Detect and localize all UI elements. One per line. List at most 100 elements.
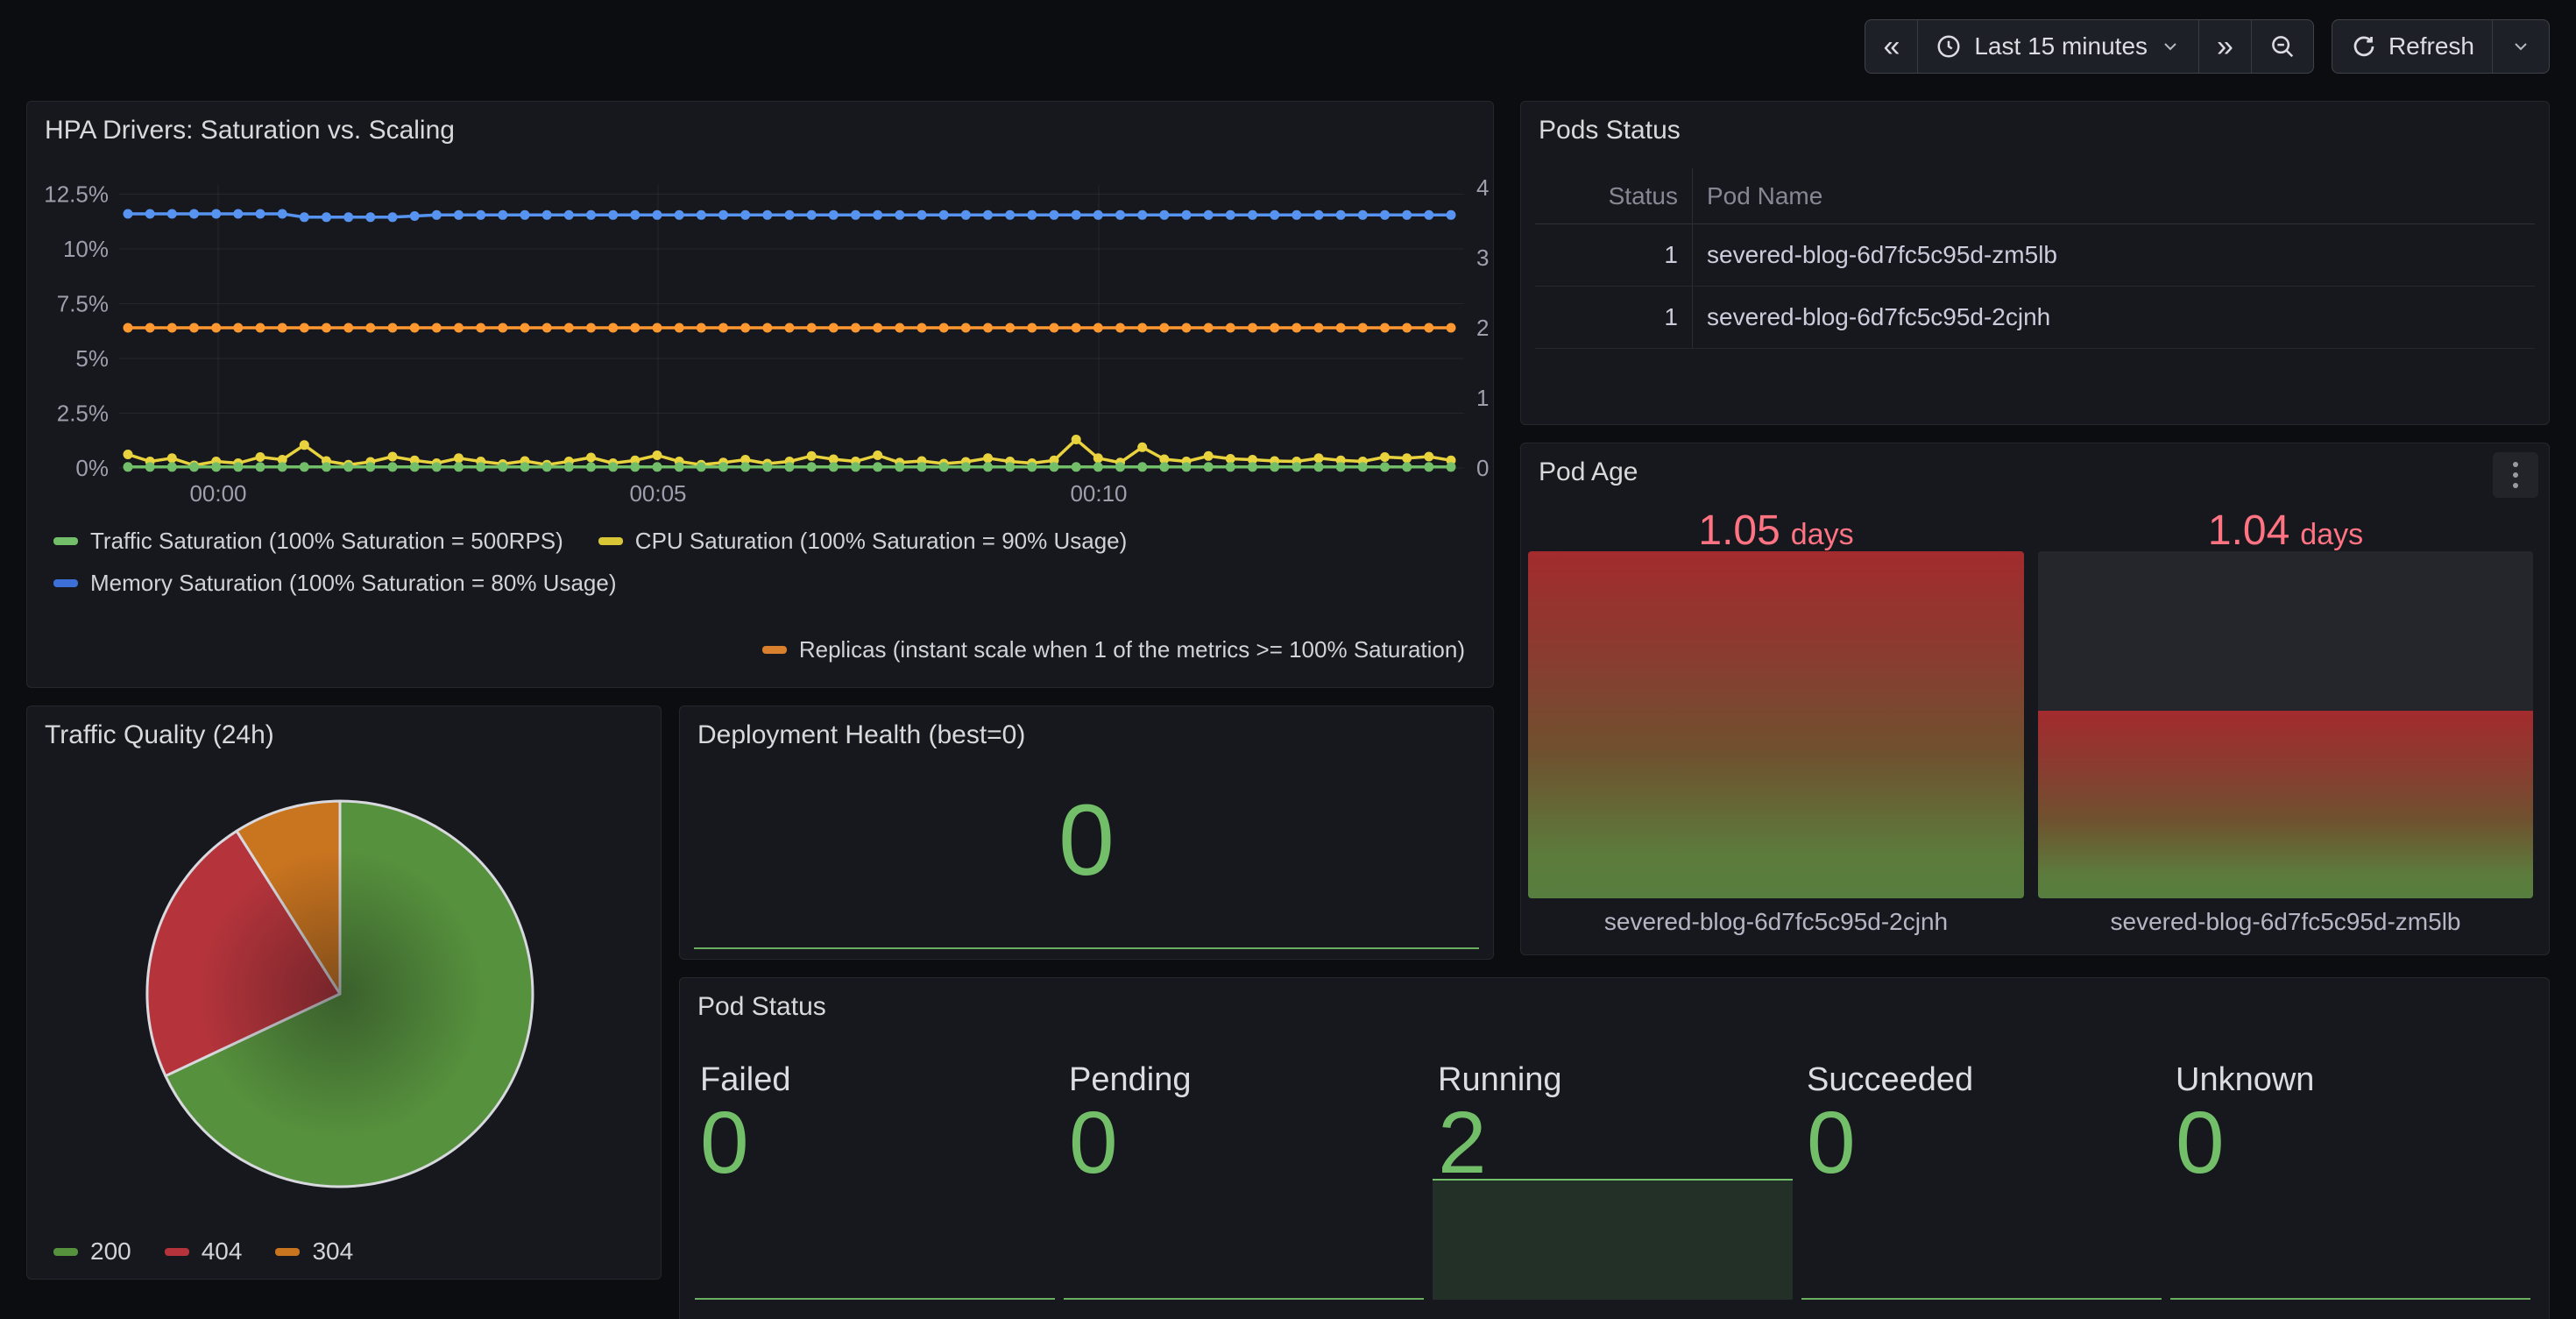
refresh-interval-button[interactable] xyxy=(2492,20,2549,73)
panel-hpa-drivers: HPA Drivers: Saturation vs. Scaling 0%2.… xyxy=(26,101,1494,688)
pod-age-number: 1.04 xyxy=(2208,507,2289,555)
svg-text:7.5%: 7.5% xyxy=(57,291,109,317)
panel-title-pods-status[interactable]: Pods Status xyxy=(1539,116,1681,145)
pod-age-value: 1.05 days xyxy=(1528,507,2024,557)
stat-sparkline xyxy=(695,1298,1055,1300)
refresh-button[interactable]: Refresh xyxy=(2332,20,2492,73)
pie-legend: 200 404 304 xyxy=(53,1237,353,1266)
panel-traffic-quality: Traffic Quality (24h) 200 404 304 xyxy=(26,706,662,1280)
pod-age-pod-label: severed-blog-6d7fc5c95d-zm5lb xyxy=(2038,908,2533,940)
svg-text:1: 1 xyxy=(1476,385,1489,411)
series-swatch xyxy=(165,1248,189,1256)
pod-age-pod-label: severed-blog-6d7fc5c95d-2cjnh xyxy=(1528,908,2024,940)
series-swatch xyxy=(762,646,787,654)
legend-label: Traffic Saturation (100% Saturation = 50… xyxy=(90,528,563,555)
deployment-health-value: 0 xyxy=(680,791,1493,891)
legend-item-404[interactable]: 404 xyxy=(165,1237,243,1266)
chevrons-right-icon: » xyxy=(2217,32,2233,61)
chevron-down-icon xyxy=(2510,36,2531,57)
series-swatch xyxy=(53,1248,78,1256)
pod-age-unit: days xyxy=(2300,518,2363,552)
legend-label: Replicas (instant scale when 1 of the me… xyxy=(799,636,1465,663)
traffic-quality-pie-chart[interactable] xyxy=(27,741,661,1232)
stat-value: 0 xyxy=(1069,1102,1118,1185)
hpa-chart[interactable]: 0%2.5%5%7.5%10%12.5%0123400:0000:0500:10 xyxy=(27,102,1493,687)
pod-age-number: 1.05 xyxy=(1698,507,1780,555)
zoom-out-icon xyxy=(2269,33,2296,60)
pod-age-unit: days xyxy=(1791,518,1854,552)
table-row: 1 severed-blog-6d7fc5c95d-2cjnh xyxy=(1535,287,2535,349)
panel-title-pod-status[interactable]: Pod Status xyxy=(697,992,826,1022)
refresh-group: Refresh xyxy=(2332,19,2550,74)
series-swatch xyxy=(275,1248,300,1256)
zoom-out-button[interactable] xyxy=(2251,20,2313,73)
series-swatch xyxy=(53,579,78,587)
legend-label: Memory Saturation (100% Saturation = 80%… xyxy=(90,570,616,597)
svg-text:2.5%: 2.5% xyxy=(57,401,109,427)
legend-item-304[interactable]: 304 xyxy=(275,1237,353,1266)
stat-unknown: Unknown 0 xyxy=(2169,1061,2537,1319)
stat-value: 0 xyxy=(1807,1102,1856,1185)
stat-failed: Failed 0 xyxy=(693,1061,1062,1319)
legend-label: CPU Saturation (100% Saturation = 90% Us… xyxy=(635,528,1127,555)
time-toolbar: « Last 15 minutes » xyxy=(1865,19,2550,74)
column-header-status[interactable]: Status xyxy=(1535,168,1693,223)
panel-pod-status: Pod Status Failed 0 Pending 0 Running 2 … xyxy=(679,977,2550,1319)
cell-status: 1 xyxy=(1535,287,1693,348)
time-range-picker[interactable]: Last 15 minutes xyxy=(1917,20,2198,73)
stat-value: 0 xyxy=(2176,1102,2225,1185)
svg-text:0%: 0% xyxy=(75,455,109,481)
panel-title-deployment-health[interactable]: Deployment Health (best=0) xyxy=(697,720,1025,750)
column-header-pod-name[interactable]: Pod Name xyxy=(1693,182,1822,210)
time-range-group: « Last 15 minutes » xyxy=(1865,19,2314,74)
legend-item-cpu-saturation[interactable]: CPU Saturation (100% Saturation = 90% Us… xyxy=(598,528,1127,555)
legend-label: 200 xyxy=(90,1237,131,1266)
table-header-row: Status Pod Name xyxy=(1535,168,2535,224)
deployment-health-sparkline xyxy=(694,947,1479,949)
pod-age-gauge xyxy=(1528,551,2024,898)
legend-item-200[interactable]: 200 xyxy=(53,1237,131,1266)
cell-status: 1 xyxy=(1535,224,1693,286)
legend-item-replicas[interactable]: Replicas (instant scale when 1 of the me… xyxy=(762,636,1465,663)
svg-text:5%: 5% xyxy=(75,345,109,372)
panel-deployment-health: Deployment Health (best=0) 0 xyxy=(679,706,1494,960)
stat-value: 0 xyxy=(700,1102,749,1185)
stat-sparkline xyxy=(2170,1298,2530,1300)
time-back-button[interactable]: « xyxy=(1865,20,1917,73)
legend-item-traffic-saturation[interactable]: Traffic Saturation (100% Saturation = 50… xyxy=(53,528,563,555)
time-range-label: Last 15 minutes xyxy=(1974,32,2148,60)
svg-text:3: 3 xyxy=(1476,245,1489,271)
hpa-legend-row-2: Memory Saturation (100% Saturation = 80%… xyxy=(53,570,616,597)
hpa-legend-row-3: Replicas (instant scale when 1 of the me… xyxy=(762,636,1465,663)
svg-text:4: 4 xyxy=(1476,174,1489,201)
cell-pod-name: severed-blog-6d7fc5c95d-2cjnh xyxy=(1693,303,2050,331)
pod-age-value: 1.04 days xyxy=(2038,507,2533,557)
svg-text:2: 2 xyxy=(1476,315,1489,341)
stat-sparkline xyxy=(1801,1298,2162,1300)
refresh-icon xyxy=(2350,33,2376,60)
stat-sparkline-area xyxy=(1433,1179,1793,1300)
legend-label: 404 xyxy=(202,1237,243,1266)
legend-item-memory-saturation[interactable]: Memory Saturation (100% Saturation = 80%… xyxy=(53,570,616,597)
panel-title-pod-age[interactable]: Pod Age xyxy=(1539,457,1638,487)
hpa-legend-row-1: Traffic Saturation (100% Saturation = 50… xyxy=(53,528,1127,555)
refresh-label: Refresh xyxy=(2388,32,2474,60)
pod-age-gauge xyxy=(2038,551,2533,898)
cell-pod-name: severed-blog-6d7fc5c95d-zm5lb xyxy=(1693,241,2057,269)
panel-menu-kebab-icon[interactable] xyxy=(2493,452,2538,498)
panel-pods-status: Pods Status Status Pod Name 1 severed-bl… xyxy=(1520,101,2550,425)
svg-text:12.5%: 12.5% xyxy=(44,181,109,208)
stat-running: Running 2 xyxy=(1431,1061,1800,1319)
time-forward-button[interactable]: » xyxy=(2198,20,2251,73)
clock-icon xyxy=(1936,33,1962,60)
series-swatch xyxy=(598,537,623,545)
stat-pending: Pending 0 xyxy=(1062,1061,1431,1319)
stat-sparkline xyxy=(1064,1298,1424,1300)
series-swatch xyxy=(53,537,78,545)
panel-pod-age: Pod Age 1.05 days severed-blog-6d7fc5c95… xyxy=(1520,443,2550,955)
pods-status-table: Status Pod Name 1 severed-blog-6d7fc5c95… xyxy=(1535,168,2535,349)
chevrons-left-icon: « xyxy=(1883,32,1900,61)
stat-succeeded: Succeeded 0 xyxy=(1800,1061,2169,1319)
legend-label: 304 xyxy=(312,1237,353,1266)
chevron-down-icon xyxy=(2160,36,2181,57)
